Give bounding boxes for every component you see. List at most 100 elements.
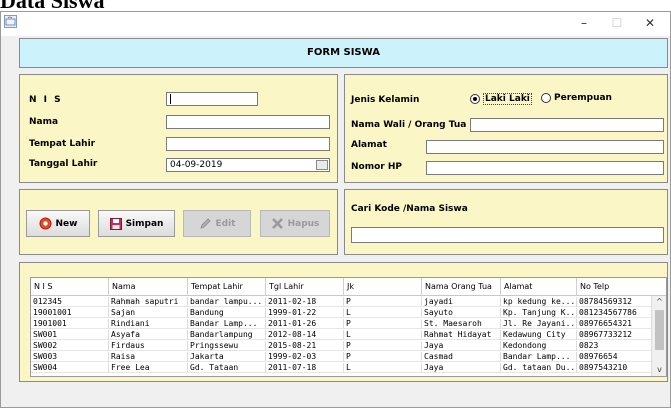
table-cell[interactable]: Gd. tataan Du... — [501, 363, 577, 373]
table-cell[interactable]: SW002 — [31, 341, 109, 351]
table-cell[interactable]: Kedawung City — [501, 330, 577, 340]
nama-input[interactable] — [166, 115, 330, 129]
table-cell[interactable]: Jaya — [422, 363, 501, 373]
table-cell[interactable]: 2011-02-18 — [266, 297, 344, 307]
title-bar[interactable]: – ☐ ✕ — [1, 12, 670, 36]
scroll-up-icon[interactable]: ^ — [652, 296, 666, 308]
table-cell[interactable]: bandar lampu... — [188, 297, 266, 307]
nomor-hp-input[interactable] — [426, 161, 664, 175]
table-cell[interactable]: kp kedung ke... — [501, 297, 577, 307]
column-header-jk[interactable]: Jk — [344, 278, 422, 296]
table-cell[interactable]: 2011-07-18 — [266, 363, 344, 373]
scroll-down-icon[interactable]: v — [652, 364, 666, 376]
table-cell[interactable]: Sayuto — [422, 308, 501, 318]
table-cell[interactable]: Raisa — [109, 352, 188, 362]
table-cell[interactable]: Bandar Lamp... — [501, 352, 577, 362]
table-cell[interactable]: Pringssewu — [188, 341, 266, 351]
table-row[interactable]: SW004 Free Lea Gd. Tataan 2011-07-18 L Jaya Gd… — [31, 363, 652, 373]
search-panel: Cari Kode /Nama Siswa — [344, 189, 668, 255]
table-cell[interactable]: 08976654 — [577, 352, 652, 362]
table-cell[interactable]: Asyafa — [109, 330, 188, 340]
table-row[interactable]: SW003 Raisa Jakarta 1999-02-03 P Casmad Bandar… — [31, 352, 652, 362]
table-cell[interactable]: Jakarta — [188, 352, 266, 362]
column-header-alamat[interactable]: Alamat — [501, 278, 577, 296]
table-row[interactable]: 012345 Rahmah saputri bandar lampu... 2011-… — [31, 297, 652, 307]
table-cell[interactable]: St. Maesaroh — [422, 319, 501, 329]
simpan-button[interactable]: Simpan — [98, 210, 175, 237]
table-cell[interactable]: SW001 — [31, 330, 109, 340]
table-cell[interactable]: 012345 — [31, 297, 109, 307]
column-header-nama[interactable]: Nama — [109, 278, 188, 296]
table-cell[interactable]: P — [344, 341, 422, 351]
table-cell[interactable]: Bandar Lamp... — [188, 319, 266, 329]
table-cell[interactable]: Sajan — [109, 308, 188, 318]
column-header-nis[interactable]: N I S — [31, 278, 109, 296]
hapus-button[interactable]: Hapus — [260, 210, 330, 237]
table-cell[interactable]: 1999-02-03 — [266, 352, 344, 362]
maximize-button[interactable]: ☐ — [601, 12, 633, 34]
table-cell[interactable]: SW003 — [31, 352, 109, 362]
alamat-input[interactable] — [426, 140, 664, 154]
table-cell[interactable]: P — [344, 352, 422, 362]
table-cell[interactable]: Rahmah saputri — [109, 297, 188, 307]
minimize-button[interactable]: – — [568, 12, 600, 34]
table-row[interactable]: SW001 Asyafa Bandarlampung 2012-08-14 L Rahma… — [31, 330, 652, 340]
table-row[interactable]: 1901001 Rindiani Bandar Lamp... 2011-01-26 P… — [31, 319, 652, 329]
nama-wali-label: Nama Wali / Orang Tua — [351, 120, 467, 130]
table-cell[interactable]: P — [344, 319, 422, 329]
table-cell[interactable]: 19001001 — [31, 308, 109, 318]
table-cell[interactable]: Jl. Re Jayani... — [501, 319, 577, 329]
tempat-lahir-label: Tempat Lahir — [29, 139, 96, 149]
table-row[interactable]: 19001001 Sajan Bandung 1999-01-22 L Sayuto Kp.… — [31, 308, 652, 318]
table-cell[interactable]: L — [344, 308, 422, 318]
table-cell[interactable]: 2012-08-14 — [266, 330, 344, 340]
table-cell[interactable]: L — [344, 363, 422, 373]
search-input[interactable] — [351, 227, 664, 243]
radio-perempuan[interactable]: Perempuan — [541, 93, 612, 103]
table-cell[interactable]: 1901001 — [31, 319, 109, 329]
table-cell[interactable]: Rindiani — [109, 319, 188, 329]
column-header-no-telp[interactable]: No Telp — [577, 278, 666, 296]
tempat-lahir-input[interactable] — [166, 137, 330, 151]
column-header-tgl-lahir[interactable]: Tgl Lahir — [266, 278, 344, 296]
table-cell[interactable]: P — [344, 297, 422, 307]
column-header-nama-orang-tua[interactable]: Nama Orang Tua — [422, 278, 501, 296]
table-cell[interactable]: Jaya — [422, 341, 501, 351]
nis-input[interactable] — [166, 92, 258, 106]
edit-button-label: Edit — [215, 218, 236, 229]
table-cell[interactable]: Gd. Tataan — [188, 363, 266, 373]
table-cell[interactable]: 1999-01-22 — [266, 308, 344, 318]
table-cell[interactable]: Free Lea — [109, 363, 188, 373]
table-row[interactable]: SW002 Firdaus Pringssewu 2015-08-21 P Jaya Ked… — [31, 341, 652, 351]
calendar-icon[interactable] — [316, 160, 328, 170]
table-cell[interactable]: 0823 — [577, 341, 652, 351]
table-cell[interactable]: Firdaus — [109, 341, 188, 351]
radio-laki-laki[interactable]: Laki Laki — [470, 93, 532, 105]
table-cell[interactable]: Bandung — [188, 308, 266, 318]
table-cell[interactable]: Bandarlampung — [188, 330, 266, 340]
table-cell[interactable]: 08967733212 — [577, 330, 652, 340]
table-cell[interactable]: 2011-01-26 — [266, 319, 344, 329]
nama-wali-input[interactable] — [470, 118, 664, 132]
scroll-thumb[interactable] — [655, 310, 664, 350]
table-cell[interactable]: Rahmat Hidayat — [422, 330, 501, 340]
table-cell[interactable]: jayadi — [422, 297, 501, 307]
new-button[interactable]: New — [26, 210, 90, 237]
close-button[interactable]: ✕ — [634, 12, 666, 34]
table-cell[interactable]: SW004 — [31, 363, 109, 373]
tanggal-lahir-input[interactable]: 04-09-2019 — [166, 158, 330, 172]
table-cell[interactable]: 0897543210 — [577, 363, 652, 373]
table-cell[interactable]: Kedondong — [501, 341, 577, 351]
table-cell[interactable]: 08784569312 — [577, 297, 652, 307]
student-table: N I S Nama Tempat Lahir Tgl Lahir Jk Nam… — [30, 277, 667, 377]
table-cell[interactable]: Casmad — [422, 352, 501, 362]
table-cell[interactable]: 081234567786 — [577, 308, 652, 318]
table-cell[interactable]: 08976654321 — [577, 319, 652, 329]
table-cell[interactable]: Kp. Tanjung K... — [501, 308, 577, 318]
vertical-scrollbar[interactable]: ^ v — [651, 296, 666, 376]
edit-button[interactable]: Edit — [183, 210, 251, 237]
table-cell[interactable]: L — [344, 330, 422, 340]
table-cell[interactable]: 2015-08-21 — [266, 341, 344, 351]
java-app-icon — [4, 15, 17, 28]
column-header-tempat-lahir[interactable]: Tempat Lahir — [188, 278, 266, 296]
